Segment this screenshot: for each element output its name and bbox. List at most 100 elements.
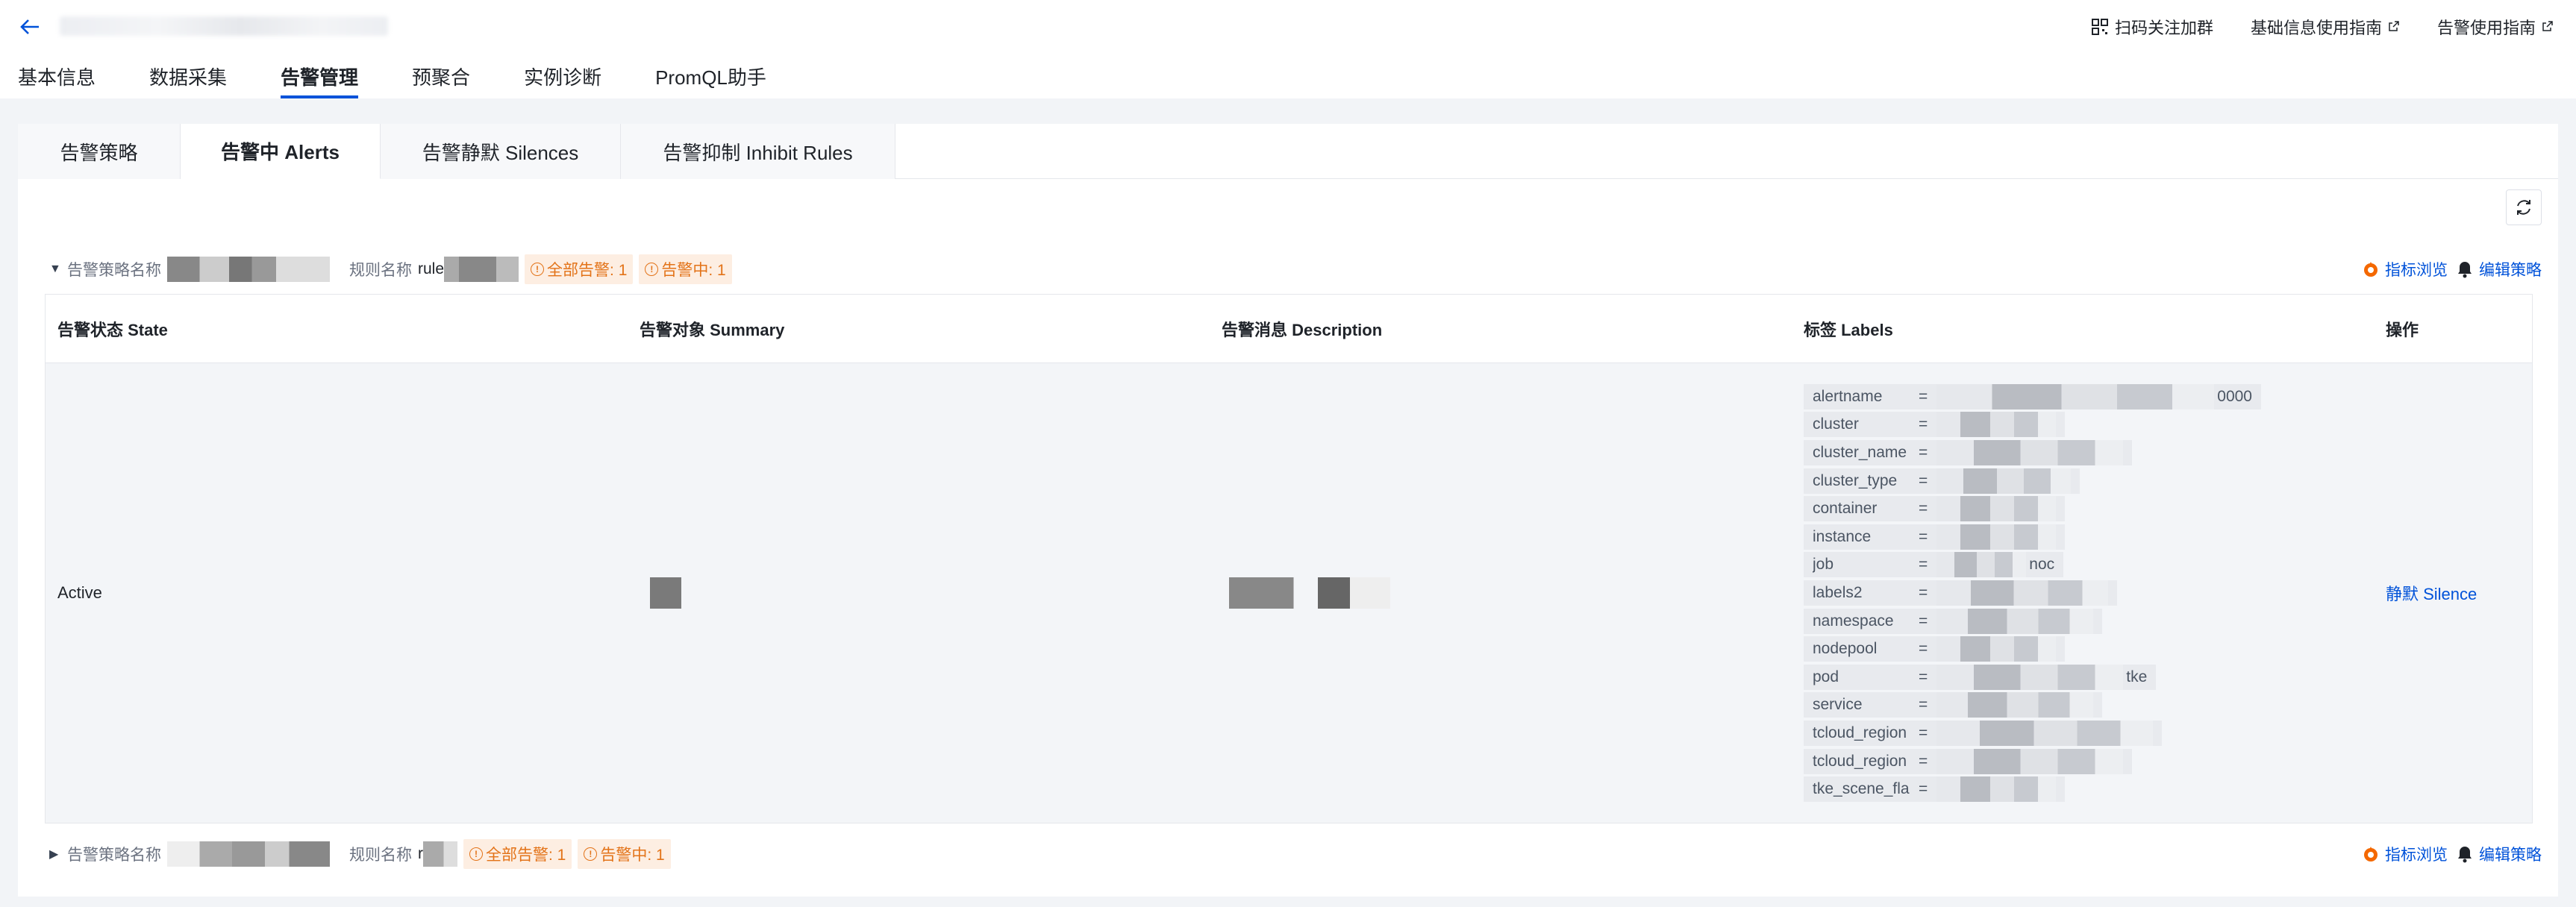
total-alerts-badge: ! 全部告警: 1 <box>525 254 634 284</box>
policy-group-header: ▼ 告警策略名称 规则名称 rule ! 全部告警: 1 ! 告警中: 1 指标浏览… <box>49 254 2542 285</box>
label-value-redacted <box>1936 636 2057 662</box>
tab-promql-assistant[interactable]: PromQL助手 <box>655 64 766 98</box>
rule-name-redacted <box>423 841 457 867</box>
label-value-redacted <box>1936 608 2094 634</box>
label-chip: container = <box>1804 496 2066 522</box>
back-arrow-icon[interactable] <box>16 13 43 40</box>
firing-alerts-badge: ! 告警中: 1 <box>578 839 671 869</box>
policy-group-header: ▶ 告警策略名称 规则名称 r ! 全部告警: 1 ! 告警中: 1 指标浏览 编辑… <box>49 838 2542 870</box>
label-key: pod <box>1813 668 1839 685</box>
label-equals: = <box>1919 415 1928 433</box>
label-item: labels2 = <box>1804 579 2261 607</box>
label-value-redacted <box>1936 412 2057 438</box>
label-item: nodepool = <box>1804 635 2261 663</box>
tab-data-collection[interactable]: 数据采集 <box>149 64 227 98</box>
qrcode-join-group-link[interactable]: 扫码关注加群 <box>2091 15 2213 39</box>
label-value-redacted <box>1936 748 2124 774</box>
label-item: cluster_name = <box>1804 439 2261 467</box>
tab-pre-aggregation[interactable]: 预聚合 <box>412 64 470 98</box>
subtab-silences[interactable]: 告警静默 Silences <box>381 124 621 179</box>
qrcode-icon <box>2091 19 2108 35</box>
policy-name-redacted <box>167 257 330 282</box>
edit-policy-link[interactable]: 编辑策略 <box>2455 258 2542 280</box>
label-value-redacted <box>1936 468 2072 494</box>
basic-info-guide-label: 基础信息使用指南 <box>2250 19 2382 37</box>
firing-alerts-badge: ! 告警中: 1 <box>639 254 732 284</box>
total-alerts-text: 全部告警: 1 <box>547 262 628 279</box>
label-value-redacted <box>1936 580 2109 606</box>
page-title-redacted <box>60 16 388 36</box>
label-equals: = <box>1919 696 1928 714</box>
label-value-redacted <box>1936 552 2027 578</box>
external-link-icon <box>2388 17 2400 37</box>
cell-actions: 静默 Silence <box>2374 363 2532 823</box>
label-value-redacted <box>1936 664 2124 690</box>
info-circle-icon: ! <box>469 847 483 861</box>
label-key: tcloud_region <box>1813 752 1907 770</box>
metrics-browse-link[interactable]: 指标浏览 <box>2361 258 2448 280</box>
label-equals: = <box>1919 780 1928 798</box>
label-item: tke_scene_fla = <box>1804 775 2261 803</box>
metrics-browse-label: 指标浏览 <box>2385 847 2448 864</box>
bell-icon <box>2458 847 2472 863</box>
label-equals: = <box>1919 444 1928 462</box>
top-bar: 扫码关注加群 基础信息使用指南 告警使用指南 基本信息 数据采集 告警管理 预聚… <box>0 0 2576 98</box>
grafana-icon <box>2364 262 2378 277</box>
refresh-button[interactable] <box>2506 189 2542 225</box>
label-value-redacted <box>1936 524 2057 550</box>
label-equals: = <box>1919 527 1928 545</box>
label-item: tcloud_region = <box>1804 747 2261 776</box>
label-key: namespace <box>1813 612 1894 630</box>
header-summary: 告警对象 Summary <box>640 320 785 339</box>
label-chip: labels2 = <box>1804 580 2118 606</box>
label-value-redacted <box>1936 440 2124 466</box>
subtab-alert-policy[interactable]: 告警策略 <box>18 124 181 179</box>
label-key: container <box>1813 500 1878 518</box>
label-equals: = <box>1919 471 1928 489</box>
label-equals: = <box>1919 640 1928 658</box>
label-key: tke_scene_fla <box>1813 780 1910 798</box>
label-chip: cluster_name = <box>1804 440 2133 466</box>
alerts-table: 告警状态 State 告警对象 Summary 告警消息 Description… <box>45 294 2533 823</box>
policy-name-redacted <box>167 841 330 867</box>
label-value-redacted <box>1936 496 2057 522</box>
header-actions: 操作 <box>2386 320 2419 339</box>
edit-policy-label: 编辑策略 <box>2479 847 2542 864</box>
info-circle-icon: ! <box>584 847 598 861</box>
metrics-browse-link[interactable]: 指标浏览 <box>2361 843 2448 865</box>
rule-name-value: rule <box>418 260 445 277</box>
expand-caret-icon[interactable]: ▶ <box>49 847 61 862</box>
total-alerts-text: 全部告警: 1 <box>486 847 566 864</box>
content-card: 告警策略 告警中 Alerts 告警静默 Silences 告警抑制 Inhib… <box>18 124 2558 897</box>
label-key: labels2 <box>1813 584 1863 601</box>
label-chip: instance = <box>1804 524 2066 550</box>
label-value-redacted <box>1936 383 2215 409</box>
label-item: tcloud_region = <box>1804 719 2261 747</box>
label-key: cluster_type <box>1813 471 1898 489</box>
table-header: 告警状态 State 告警对象 Summary 告警消息 Description… <box>46 295 2532 363</box>
table-row: Active alertname = 0000 cluster = cluster_nam… <box>46 363 2532 823</box>
total-alerts-badge: ! 全部告警: 1 <box>463 839 572 869</box>
tab-alert-management[interactable]: 告警管理 <box>281 64 359 98</box>
subtab-inhibit-rules[interactable]: 告警抑制 Inhibit Rules <box>621 124 895 179</box>
label-key: alertname <box>1813 387 1883 405</box>
label-chip: tcloud_region = <box>1804 748 2133 774</box>
subtab-alerts[interactable]: 告警中 Alerts <box>181 124 381 179</box>
tab-instance-diagnosis[interactable]: 实例诊断 <box>524 64 601 98</box>
info-circle-icon: ! <box>645 263 659 276</box>
basic-info-guide-link[interactable]: 基础信息使用指南 <box>2251 15 2400 39</box>
alert-guide-link[interactable]: 告警使用指南 <box>2437 15 2554 39</box>
label-equals: = <box>1919 752 1928 770</box>
tab-basic-info[interactable]: 基本信息 <box>18 64 96 98</box>
silence-button[interactable]: 静默 Silence <box>2386 581 2477 605</box>
label-equals: = <box>1919 668 1928 685</box>
label-value-redacted <box>1936 720 2154 746</box>
summary-redacted <box>650 577 681 609</box>
label-value-visible: noc <box>2029 556 2055 574</box>
collapse-caret-icon[interactable]: ▼ <box>49 263 61 276</box>
rule-name-label: 规则名称 <box>349 847 412 864</box>
label-value-visible: 0000 <box>2217 387 2252 405</box>
main-tabs: 基本信息 数据采集 告警管理 预聚合 实例诊断 PromQL助手 <box>18 64 766 98</box>
label-equals: = <box>1919 584 1928 601</box>
edit-policy-link[interactable]: 编辑策略 <box>2455 843 2542 865</box>
